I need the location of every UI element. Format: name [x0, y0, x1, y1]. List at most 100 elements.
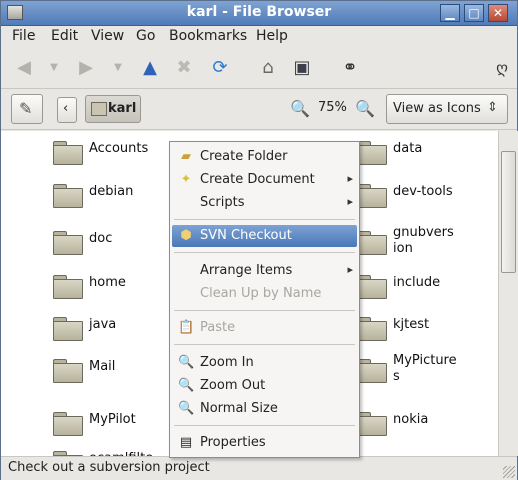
toggle-location-button[interactable]: ✎: [11, 94, 43, 124]
zoom-level[interactable]: 75%: [318, 100, 347, 115]
folder-icon: [357, 141, 387, 165]
view-mode-label: View as Icons: [393, 101, 481, 116]
menu-view[interactable]: View: [91, 28, 124, 44]
stop-icon[interactable]: ✖: [173, 57, 195, 79]
maximize-button[interactable]: □: [464, 4, 484, 22]
file-item[interactable]: doc: [53, 225, 163, 265]
home-folder-icon: [91, 102, 107, 116]
file-item[interactable]: ocamlfilte: [53, 445, 163, 456]
file-item[interactable]: Accounts: [53, 135, 163, 175]
file-item[interactable]: dev-tools: [357, 178, 487, 218]
menu-bar: File Edit View Go Bookmarks Help: [1, 25, 517, 47]
file-browser-window: karl - File Browser ▁ □ ✕ File Edit View…: [0, 0, 518, 480]
file-item[interactable]: MyPilot: [53, 406, 163, 446]
submenu-arrow-icon: ▸: [347, 172, 353, 185]
file-item[interactable]: data: [357, 135, 487, 175]
menu-item-scripts[interactable]: Scripts ▸: [172, 192, 357, 214]
computer-icon[interactable]: ▣: [291, 57, 313, 79]
file-item[interactable]: include: [357, 269, 487, 309]
menu-item-normal-size[interactable]: 🔍 Normal Size: [172, 398, 357, 420]
folder-icon: [357, 184, 387, 208]
resize-grip[interactable]: [503, 466, 515, 478]
new-folder-icon: ▰: [181, 149, 191, 164]
new-document-icon: ✦: [180, 172, 192, 187]
menu-item-create-folder[interactable]: ▰ Create Folder: [172, 146, 357, 168]
gnome-foot-icon: ღ: [496, 59, 508, 77]
submenu-arrow-icon: ▸: [347, 263, 353, 276]
menu-item-clean-up[interactable]: Clean Up by Name: [172, 283, 357, 305]
back-dropdown-icon[interactable]: ▼: [43, 57, 65, 79]
folder-icon: [53, 359, 83, 383]
close-button[interactable]: ✕: [488, 4, 508, 22]
folder-icon: [53, 412, 83, 436]
menu-item-create-document[interactable]: ✦ Create Document ▸: [172, 169, 357, 191]
folder-icon: [357, 412, 387, 436]
forward-dropdown-icon[interactable]: ▼: [107, 57, 129, 79]
menu-file[interactable]: File: [12, 28, 35, 44]
scrollbar-thumb[interactable]: [501, 151, 516, 273]
file-item[interactable]: home: [53, 269, 163, 309]
path-back-button[interactable]: ‹: [57, 97, 77, 123]
home-icon[interactable]: ⌂: [257, 57, 279, 79]
menu-separator: [174, 425, 355, 426]
menu-go[interactable]: Go: [136, 28, 155, 44]
file-item[interactable]: MyPictures: [357, 347, 487, 387]
minimize-button[interactable]: ▁: [440, 4, 460, 22]
chevron-left-icon: ‹: [63, 101, 69, 116]
menu-item-arrange-items[interactable]: Arrange Items ▸: [172, 260, 357, 282]
menu-separator: [174, 252, 355, 253]
paste-icon: 📋: [178, 320, 195, 335]
file-item[interactable]: nokia: [357, 406, 487, 446]
folder-icon: [53, 184, 83, 208]
path-button-karl[interactable]: karl: [85, 95, 141, 123]
folder-icon: [357, 359, 387, 383]
view-mode-select[interactable]: View as Icons ⇕: [386, 94, 508, 124]
properties-icon: ▤: [179, 435, 193, 450]
menu-item-zoom-in[interactable]: 🔍 Zoom In: [172, 352, 357, 374]
status-text: Check out a subversion project: [8, 460, 210, 475]
folder-icon: [53, 141, 83, 165]
location-toolbar: ✎ ‹ karl 🔍 75% 🔍 View as Icons ⇕: [1, 89, 517, 130]
folder-icon: [53, 231, 83, 255]
menu-edit[interactable]: Edit: [51, 28, 78, 44]
zoom-normal-icon: 🔍: [178, 401, 195, 416]
back-arrow-icon[interactable]: ◀: [13, 57, 35, 79]
menu-item-properties[interactable]: ▤ Properties: [172, 432, 357, 454]
menu-separator: [174, 344, 355, 345]
menu-item-paste[interactable]: 📋 Paste: [172, 317, 357, 339]
zoom-out-icon[interactable]: 🔍: [290, 99, 310, 118]
edit-location-icon: ✎: [19, 99, 33, 118]
zoom-out-icon: 🔍: [178, 378, 195, 393]
main-toolbar: ◀ ▼ ▶ ▼ ▲ ✖ ⟳ ⌂ ▣ ⚭ ღ: [1, 48, 517, 89]
menu-separator: [174, 219, 355, 220]
file-item[interactable]: java: [53, 311, 163, 351]
file-item[interactable]: debian: [53, 178, 163, 218]
file-item[interactable]: gnubversion: [357, 219, 487, 259]
forward-arrow-icon[interactable]: ▶: [75, 57, 97, 79]
folder-icon: [53, 317, 83, 341]
folder-icon: [357, 317, 387, 341]
file-item[interactable]: Mail: [53, 353, 163, 393]
status-bar: Check out a subversion project: [1, 456, 517, 480]
zoom-in-icon: 🔍: [178, 355, 195, 370]
file-item[interactable]: kjtest: [357, 311, 487, 351]
folder-icon: [357, 231, 387, 255]
context-menu: ▰ Create Folder ✦ Create Document ▸ Scri…: [169, 141, 360, 458]
menu-item-svn-checkout[interactable]: ⬢ SVN Checkout: [172, 225, 357, 247]
vertical-scrollbar[interactable]: [498, 131, 518, 456]
zoom-in-icon[interactable]: 🔍: [355, 99, 375, 118]
path-label: karl: [108, 101, 137, 116]
reload-icon[interactable]: ⟳: [209, 57, 231, 79]
menu-bookmarks[interactable]: Bookmarks: [169, 28, 247, 44]
search-binoculars-icon[interactable]: ⚭: [339, 57, 361, 79]
updown-arrows-icon: ⇕: [487, 100, 498, 115]
menu-item-zoom-out[interactable]: 🔍 Zoom Out: [172, 375, 357, 397]
up-arrow-icon[interactable]: ▲: [139, 57, 161, 79]
menu-help[interactable]: Help: [256, 28, 288, 44]
submenu-arrow-icon: ▸: [347, 195, 353, 208]
folder-icon: [357, 275, 387, 299]
menu-separator: [174, 310, 355, 311]
svn-icon: ⬢: [180, 228, 192, 243]
title-bar[interactable]: karl - File Browser ▁ □ ✕: [1, 1, 517, 26]
folder-icon: [53, 275, 83, 299]
